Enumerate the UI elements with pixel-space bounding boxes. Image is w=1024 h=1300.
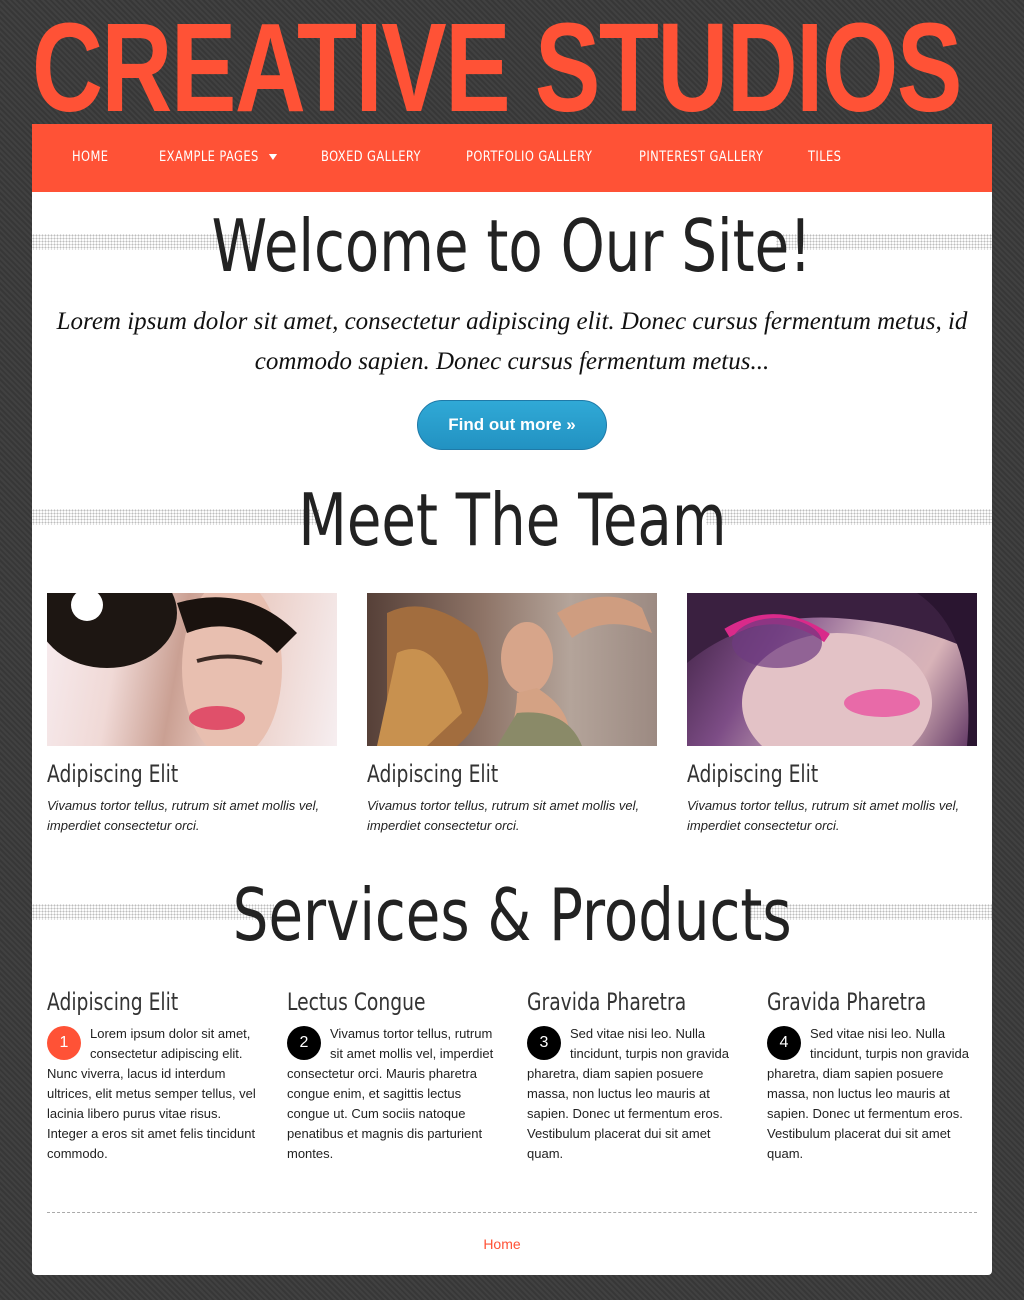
service-body: 2 Vivamus tortor tellus, rutrum sit amet… xyxy=(287,1024,503,1164)
number-badge: 1 xyxy=(47,1026,81,1060)
caret-down-icon xyxy=(268,154,277,160)
main-navbar: HOME EXAMPLE PAGES BOXED GALLERY PORTFOL… xyxy=(32,124,992,192)
team-member-description: Vivamus tortor tellus, rutrum sit amet m… xyxy=(47,798,320,833)
nav-item-portfolio-gallery[interactable]: PORTFOLIO GALLERY xyxy=(466,149,592,165)
service-title: Gravida Pharetra xyxy=(527,988,687,1016)
site-title[interactable]: CREATIVE STUDIOS xyxy=(32,5,962,131)
team-member-description: Vivamus tortor tellus, rutrum sit amet m… xyxy=(367,798,640,833)
team-member-name: Adipiscing Elit xyxy=(687,760,819,788)
footer-divider xyxy=(47,1212,977,1213)
footer-home-link[interactable]: Home xyxy=(32,1236,972,1252)
number-badge: 4 xyxy=(767,1026,801,1060)
services-heading-text: Services & Products xyxy=(232,873,792,957)
service-item: Adipiscing Elit 1 Lorem ipsum dolor sit … xyxy=(47,982,263,1164)
team-member-card: Adipiscing Elit Vivamus tortor tellus, r… xyxy=(687,593,977,836)
service-title: Adipiscing Elit xyxy=(47,988,179,1016)
team-heading-text: Meet The Team xyxy=(297,478,727,562)
services-heading: Services & Products xyxy=(32,875,992,955)
welcome-heading-text: Welcome to Our Site! xyxy=(211,204,813,288)
service-item: Gravida Pharetra 4 Sed vitae nisi leo. N… xyxy=(767,982,983,1164)
nav-item-tiles[interactable]: TILES xyxy=(808,149,841,165)
welcome-heading: Welcome to Our Site! xyxy=(32,206,992,286)
main-content: Welcome to Our Site! Lorem ipsum dolor s… xyxy=(32,192,992,1275)
portrait-image xyxy=(377,596,652,746)
nav-item-label: EXAMPLE PAGES xyxy=(159,149,259,165)
service-body: 4 Sed vitae nisi leo. Nulla tincidunt, t… xyxy=(767,1024,983,1164)
team-member-card: Adipiscing Elit Vivamus tortor tellus, r… xyxy=(47,593,337,836)
portrait-image xyxy=(687,593,977,746)
nav-item-home[interactable]: HOME xyxy=(72,149,108,165)
nav-item-boxed-gallery[interactable]: BOXED GALLERY xyxy=(321,149,421,165)
service-body: 1 Lorem ipsum dolor sit amet, consectetu… xyxy=(47,1024,263,1164)
team-member-name: Adipiscing Elit xyxy=(47,760,179,788)
find-out-more-button[interactable]: Find out more » xyxy=(417,400,607,450)
service-title: Lectus Congue xyxy=(287,988,426,1016)
portrait-image xyxy=(47,593,297,746)
intro-text: Lorem ipsum dolor sit amet, consectetur … xyxy=(56,308,968,375)
service-body: 3 Sed vitae nisi leo. Nulla tincidunt, t… xyxy=(527,1024,743,1164)
team-member-photo[interactable] xyxy=(47,593,337,746)
team-heading: Meet The Team xyxy=(32,480,992,560)
number-badge: 2 xyxy=(287,1026,321,1060)
service-item: Lectus Congue 2 Vivamus tortor tellus, r… xyxy=(287,982,503,1164)
team-member-card: Adipiscing Elit Vivamus tortor tellus, r… xyxy=(367,593,657,836)
nav-item-pinterest-gallery[interactable]: PINTEREST GALLERY xyxy=(639,149,763,165)
number-badge: 3 xyxy=(527,1026,561,1060)
team-member-photo[interactable] xyxy=(367,593,657,746)
team-member-description: Vivamus tortor tellus, rutrum sit amet m… xyxy=(687,798,960,833)
service-item: Gravida Pharetra 3 Sed vitae nisi leo. N… xyxy=(527,982,743,1164)
service-title: Gravida Pharetra xyxy=(767,988,927,1016)
team-member-name: Adipiscing Elit xyxy=(367,760,499,788)
team-member-photo[interactable] xyxy=(687,593,977,746)
nav-item-example-pages[interactable]: EXAMPLE PAGES xyxy=(159,149,277,165)
